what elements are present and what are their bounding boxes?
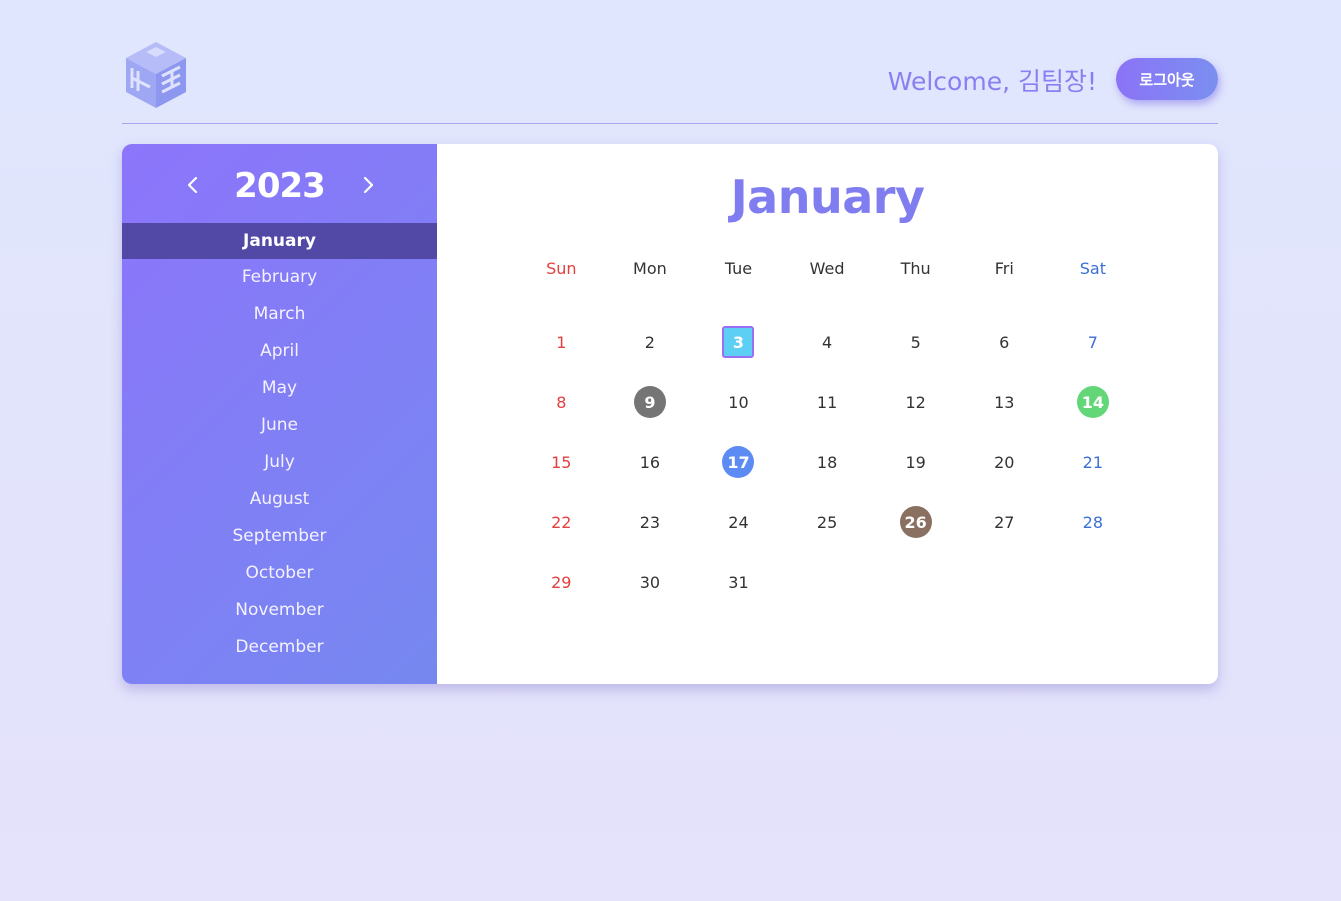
day-cell: 14 bbox=[1049, 372, 1138, 432]
month-sidebar: 2023 January February March April May June Jul… bbox=[122, 144, 437, 684]
day-14[interactable]: 14 bbox=[1076, 386, 1109, 418]
weekday-sun: Sun bbox=[546, 259, 577, 278]
day-cell: 13 bbox=[960, 372, 1049, 432]
weekday-thu: Thu bbox=[900, 259, 931, 278]
sidebar-month-october[interactable]: October bbox=[122, 555, 437, 592]
day-cell: 24 bbox=[694, 492, 783, 552]
header-divider bbox=[122, 123, 1218, 124]
weekday-wed: Wed bbox=[809, 259, 845, 278]
sidebar-month-august[interactable]: August bbox=[122, 481, 437, 518]
day-27[interactable]: 27 bbox=[988, 506, 1020, 538]
day-cell: 18 bbox=[783, 432, 872, 492]
day-30[interactable]: 30 bbox=[634, 566, 666, 598]
day-25[interactable]: 25 bbox=[811, 506, 843, 538]
day-cell: 5 bbox=[871, 312, 960, 372]
day-10[interactable]: 10 bbox=[722, 386, 754, 418]
day-cell: 6 bbox=[960, 312, 1049, 372]
grid-spacer bbox=[517, 286, 1137, 312]
sidebar-month-february[interactable]: February bbox=[122, 259, 437, 296]
day-cell: 19 bbox=[871, 432, 960, 492]
weekday-tue: Tue bbox=[724, 259, 753, 278]
month-view: January Sun Mon Tue Wed Thu Fri Sat 1 2 3 4 5 6 7 8 9 10… bbox=[437, 144, 1218, 684]
day-11[interactable]: 11 bbox=[811, 386, 843, 418]
day-21[interactable]: 21 bbox=[1077, 446, 1109, 478]
day-16[interactable]: 16 bbox=[634, 446, 666, 478]
day-7[interactable]: 7 bbox=[1077, 326, 1109, 358]
day-23[interactable]: 23 bbox=[634, 506, 666, 538]
day-cell: 25 bbox=[783, 492, 872, 552]
day-cell: 11 bbox=[783, 372, 872, 432]
day-cell: 8 bbox=[517, 372, 606, 432]
month-list: January February March April May June July Augu… bbox=[122, 223, 437, 666]
day-29[interactable]: 29 bbox=[545, 566, 577, 598]
day-cell: 15 bbox=[517, 432, 606, 492]
day-2[interactable]: 2 bbox=[634, 326, 666, 358]
day-cell: 29 bbox=[517, 552, 606, 612]
day-cell: 23 bbox=[606, 492, 695, 552]
day-6[interactable]: 6 bbox=[988, 326, 1020, 358]
year-label: 2023 bbox=[234, 166, 326, 206]
day-13[interactable]: 13 bbox=[988, 386, 1020, 418]
day-20[interactable]: 20 bbox=[988, 446, 1020, 478]
day-19[interactable]: 19 bbox=[900, 446, 932, 478]
day-cell: 2 bbox=[606, 312, 695, 372]
day-cell: 27 bbox=[960, 492, 1049, 552]
day-3[interactable]: 3 bbox=[722, 326, 755, 358]
day-cell: 1 bbox=[517, 312, 606, 372]
day-18[interactable]: 18 bbox=[811, 446, 843, 478]
day-8[interactable]: 8 bbox=[545, 386, 577, 418]
weekday-fri: Fri bbox=[994, 259, 1014, 278]
day-9[interactable]: 9 bbox=[633, 386, 666, 418]
day-cell: 22 bbox=[517, 492, 606, 552]
sidebar-month-may[interactable]: May bbox=[122, 370, 437, 407]
day-cell: 30 bbox=[606, 552, 695, 612]
sidebar-month-april[interactable]: April bbox=[122, 333, 437, 370]
sidebar-month-march[interactable]: March bbox=[122, 296, 437, 333]
day-cell: 17 bbox=[694, 432, 783, 492]
day-4[interactable]: 4 bbox=[811, 326, 843, 358]
day-cell: 7 bbox=[1049, 312, 1138, 372]
day-24[interactable]: 24 bbox=[722, 506, 754, 538]
day-1[interactable]: 1 bbox=[545, 326, 577, 358]
sidebar-month-july[interactable]: July bbox=[122, 444, 437, 481]
day-15[interactable]: 15 bbox=[545, 446, 577, 478]
day-cell: 31 bbox=[694, 552, 783, 612]
chevron-right-icon[interactable] bbox=[353, 170, 383, 200]
day-31[interactable]: 31 bbox=[722, 566, 754, 598]
day-cell: 12 bbox=[871, 372, 960, 432]
day-26[interactable]: 26 bbox=[899, 506, 932, 538]
day-cell: 28 bbox=[1049, 492, 1138, 552]
welcome-text: Welcome, 김팀장! bbox=[887, 67, 1097, 96]
day-cell: 10 bbox=[694, 372, 783, 432]
weekday-sat: Sat bbox=[1079, 259, 1106, 278]
day-12[interactable]: 12 bbox=[900, 386, 932, 418]
day-5[interactable]: 5 bbox=[900, 326, 932, 358]
year-selector: 2023 bbox=[122, 166, 437, 206]
day-28[interactable]: 28 bbox=[1077, 506, 1109, 538]
sidebar-month-january[interactable]: January bbox=[122, 223, 437, 259]
sidebar-month-december[interactable]: December bbox=[122, 629, 437, 666]
day-cell: 3 bbox=[694, 312, 783, 372]
sidebar-month-september[interactable]: September bbox=[122, 518, 437, 555]
day-cell: 16 bbox=[606, 432, 695, 492]
day-cell: 20 bbox=[960, 432, 1049, 492]
calendar-grid: Sun Mon Tue Wed Thu Fri Sat 1 2 3 4 5 6 7 8 9 10 11 12 13 14… bbox=[517, 252, 1139, 612]
day-22[interactable]: 22 bbox=[545, 506, 577, 538]
day-cell: 21 bbox=[1049, 432, 1138, 492]
day-cell: 9 bbox=[606, 372, 695, 432]
day-cell: 26 bbox=[871, 492, 960, 552]
calendar-card: 2023 January February March April May June Jul… bbox=[122, 144, 1218, 684]
month-title: January bbox=[730, 170, 925, 224]
day-17[interactable]: 17 bbox=[722, 446, 755, 478]
weekday-mon: Mon bbox=[633, 259, 667, 278]
sidebar-month-june[interactable]: June bbox=[122, 407, 437, 444]
day-cell: 4 bbox=[783, 312, 872, 372]
logout-button[interactable]: 로그아웃 bbox=[1116, 58, 1218, 100]
sidebar-month-november[interactable]: November bbox=[122, 592, 437, 629]
logo-icon bbox=[124, 40, 188, 110]
